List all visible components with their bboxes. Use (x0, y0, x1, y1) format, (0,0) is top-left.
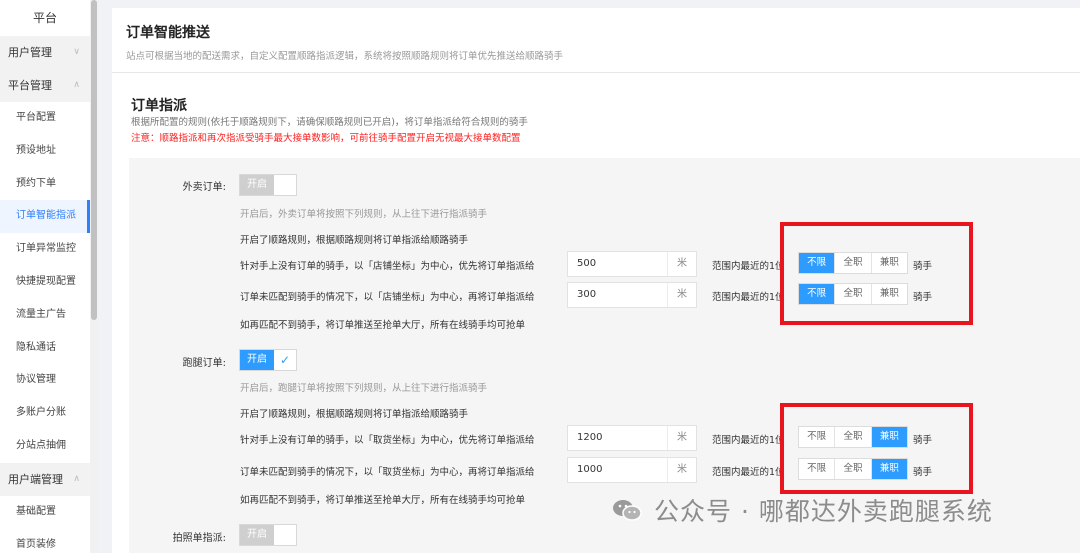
watermark: 公众号 · 哪都达外卖跑腿系统 (612, 492, 993, 528)
waimai-distance2-input[interactable]: 300 米 (567, 282, 697, 308)
sidebar-group-platform-manage[interactable]: 平台管理 ∧ (0, 69, 90, 102)
waimai-rule2: 订单未匹配到骑手的情况下，以「店铺坐标」为中心，再将订单指派给 (240, 292, 535, 303)
distance-value: 1200 (568, 426, 668, 450)
sidebar-item-order-monitor[interactable]: 订单异常监控 (0, 233, 90, 266)
sidebar-top-label: 平台 (32, 11, 57, 25)
page-description: 站点可根据当地的配送需求，自定义配置顺路指派逻辑，系统将按照顺路规则将订单优先推… (126, 51, 564, 62)
sidebar-group-label: 平台管理 (8, 79, 52, 92)
paotui-rule1: 针对手上没有订单的骑手，以「取货坐标」为中心，优先将订单指派给 (240, 435, 535, 446)
paotui-distance2-input[interactable]: 1000 米 (567, 457, 697, 483)
distance-unit: 米 (677, 432, 687, 443)
page-title: 订单智能推送 (126, 25, 210, 41)
distance-value: 300 (568, 283, 668, 307)
section-warning: 注意：顺路指派和再次指派受骑手最大接单数影响，可前往骑手配置开启无视最大接单数配… (131, 133, 521, 144)
sidebar-group-user-manage[interactable]: 用户管理 ∨ (0, 36, 90, 69)
paotui-fallback: 如再匹配不到骑手，将订单推送至抢单大厅，所有在线骑手均可抢单 (240, 495, 526, 506)
chevron-down-icon: ∨ (73, 47, 80, 57)
paizhao-toggle[interactable]: 开启 (239, 524, 297, 546)
paotui-toggle[interactable]: 开启 ✓ (239, 349, 297, 371)
distance-value: 500 (568, 252, 668, 276)
highlight-box (780, 403, 973, 494)
paotui-label: 跑腿订单: (182, 358, 226, 369)
highlight-box (780, 222, 973, 325)
sidebar-item-home-decor[interactable]: 首页装修 (0, 529, 90, 553)
waimai-note: 开启后，外卖订单将按照下列规则，从上往下进行指派骑手 (240, 209, 488, 220)
divider (112, 72, 1080, 73)
range-text: 范围内最近的1位 (712, 435, 785, 446)
waimai-rule1: 针对手上没有订单的骑手，以「店铺坐标」为中心，优先将订单指派给 (240, 261, 535, 272)
distance-value: 1000 (568, 458, 668, 482)
waimai-distance1-input[interactable]: 500 米 (567, 251, 697, 277)
section-title: 订单指派 (131, 98, 187, 114)
sidebar-item-agreements[interactable]: 协议管理 (0, 364, 90, 397)
distance-unit: 米 (677, 289, 687, 300)
chevron-up-icon: ∧ (73, 80, 80, 90)
sidebar: 平台 用户管理 ∨ 平台管理 ∧ 平台配置 预设地址 预约下单 订单智能指派 订… (0, 0, 90, 553)
distance-unit: 米 (677, 258, 687, 269)
watermark-text: 公众号 · 哪都达外卖跑腿系统 (654, 497, 993, 526)
sidebar-item-smart-assign[interactable]: 订单智能指派 (0, 200, 90, 234)
toggle-on-label: 开启 (240, 350, 274, 370)
sidebar-group-label: 用户管理 (8, 46, 52, 59)
waimai-toggle[interactable]: 开启 (239, 174, 297, 196)
range-text: 范围内最近的1位 (712, 292, 785, 303)
sidebar-item-ads[interactable]: 流量主广告 (0, 299, 90, 332)
sidebar-group-client-manage[interactable]: 用户端管理 ∧ (0, 462, 90, 496)
sidebar-scrollbar-thumb[interactable] (91, 0, 97, 320)
check-icon: ✓ (279, 353, 291, 367)
range-text: 范围内最近的1位 (712, 261, 785, 272)
sidebar-group-label: 用户端管理 (8, 472, 63, 486)
paotui-rule-on: 开启了顺路规则，根据顺路规则将订单指派给顺路骑手 (240, 409, 469, 420)
sidebar-item-split-account[interactable]: 多账户分账 (0, 397, 90, 430)
sidebar-item-preset-address[interactable]: 预设地址 (0, 135, 90, 168)
sidebar-item-privacy-call[interactable]: 隐私通话 (0, 332, 90, 365)
toggle-on-label: 开启 (240, 525, 274, 545)
sidebar-item-station-commission[interactable]: 分站点抽佣 (0, 430, 90, 463)
sidebar-item-reserve-order[interactable]: 预约下单 (0, 168, 90, 201)
paizhao-label: 拍照单指派: (172, 533, 226, 544)
distance-unit: 米 (677, 464, 687, 475)
section-description: 根据所配置的规则(依托于顺路规则下，请确保顺路规则已开启)，将订单指派给符合规则… (131, 117, 528, 128)
chevron-up-icon: ∧ (73, 473, 80, 484)
sidebar-item-basic-config[interactable]: 基础配置 (0, 496, 90, 529)
paotui-note: 开启后，跑腿订单将按照下列规则，从上往下进行指派骑手 (240, 383, 488, 394)
toggle-on-label: 开启 (240, 175, 274, 195)
waimai-label: 外卖订单: (182, 182, 226, 193)
wechat-icon (612, 498, 642, 522)
paotui-rule2: 订单未匹配到骑手的情况下，以「取货坐标」为中心，再将订单指派给 (240, 467, 535, 478)
waimai-fallback: 如再匹配不到骑手，将订单推送至抢单大厅，所有在线骑手均可抢单 (240, 320, 526, 331)
range-text: 范围内最近的1位 (712, 467, 785, 478)
sidebar-item-quick-withdraw[interactable]: 快捷提现配置 (0, 266, 90, 299)
waimai-rule-on: 开启了顺路规则，根据顺路规则将订单指派给顺路骑手 (240, 235, 469, 246)
paotui-distance1-input[interactable]: 1200 米 (567, 425, 697, 451)
sidebar-item-platform-config[interactable]: 平台配置 (0, 102, 90, 135)
